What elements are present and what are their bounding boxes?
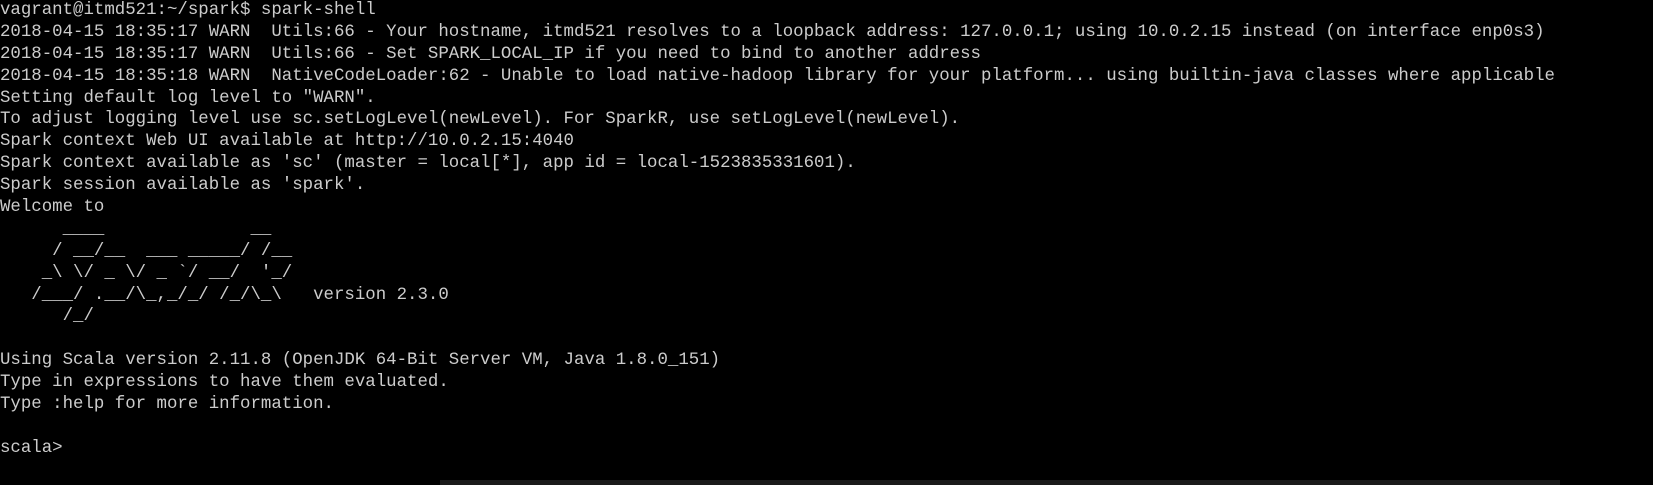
terminal-line: To adjust logging level use sc.setLogLev… [0,110,961,130]
terminal-line: Setting default log level to "WARN". [0,88,376,108]
terminal-line: vagrant@itmd521:~/spark$ spark-shell [0,1,376,20]
terminal-line: Welcome to [0,198,105,218]
terminal-output[interactable]: vagrant@itmd521:~/spark$ spark-shell 2018… [0,0,1555,460]
terminal-line: 2018-04-15 18:35:17 WARN Utils:66 - Your… [0,22,1545,42]
scala-prompt[interactable]: scala> [0,438,1555,460]
terminal-line: / __/__ ___ _____/ /__ [0,241,293,261]
terminal-line: Type :help for more information. [0,395,334,415]
terminal-line: Type in expressions to have them evaluat… [0,373,449,393]
terminal-line: 2018-04-15 18:35:17 WARN Utils:66 - Set … [0,44,981,64]
terminal-line: Spark session available as 'spark'. [0,176,366,196]
terminal-line: Using Scala version 2.11.8 (OpenJDK 64-B… [0,351,721,371]
terminal-line: 2018-04-15 18:35:18 WARN NativeCodeLoade… [0,66,1555,86]
terminal-line: ____ __ [0,219,272,239]
terminal-line: /___/ .__/\_,_/_/ /_/\_\ version 2.3.0 [0,285,449,305]
scrollbar-track [440,480,1560,485]
terminal-line: _\ \/ _ \/ _ `/ __/ '_/ [0,263,293,283]
terminal-line: Spark context Web UI available at http:/… [0,132,574,152]
terminal-line: /_/ [0,307,94,327]
terminal-line: Spark context available as 'sc' (master … [0,154,856,174]
